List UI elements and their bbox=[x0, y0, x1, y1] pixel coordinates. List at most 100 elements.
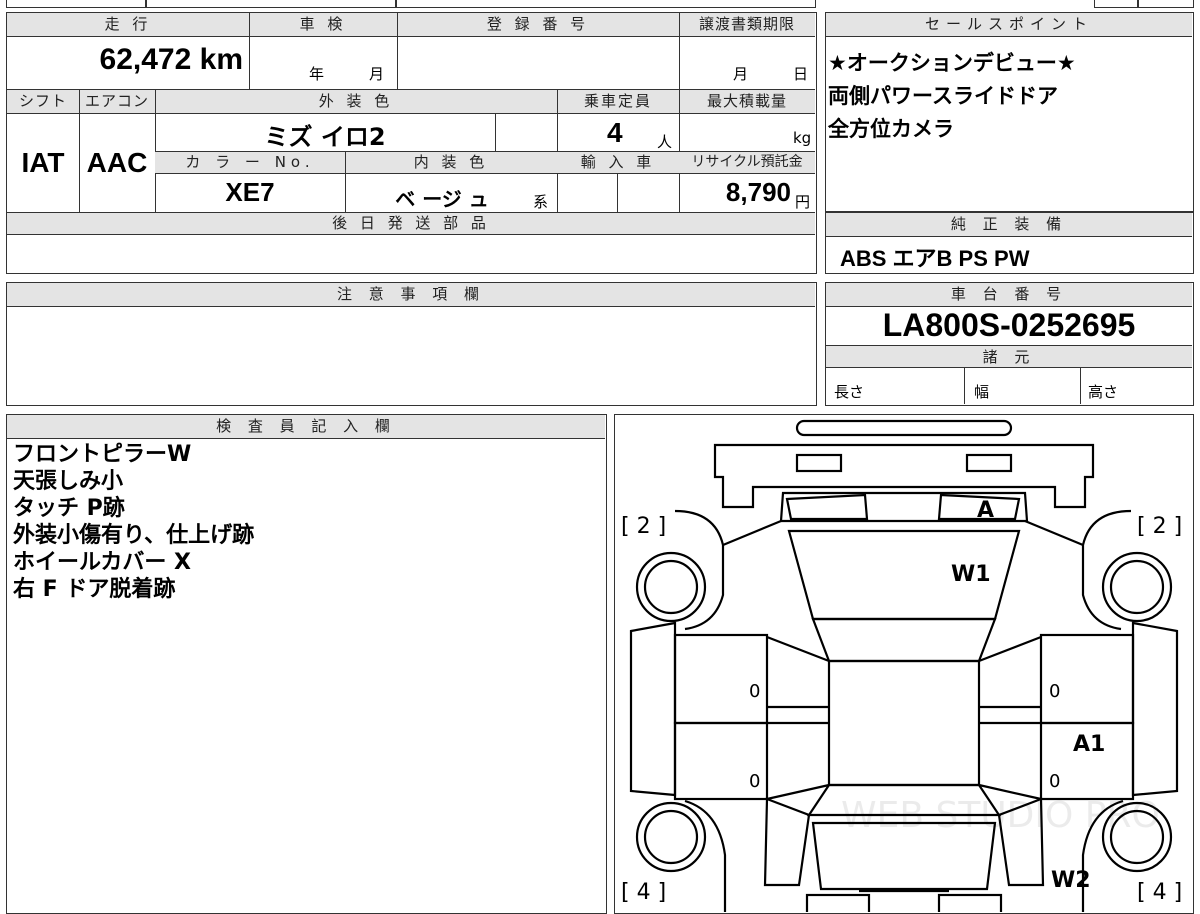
sales-point-line: ★オークションデビュー★ bbox=[828, 51, 1076, 75]
shift-label: シフト bbox=[18, 92, 67, 110]
inspector-note-line: 天張しみ小 bbox=[13, 469, 124, 494]
front-grille bbox=[713, 443, 1095, 509]
rear-bumper-left bbox=[805, 893, 871, 912]
mileage-label: 走 行 bbox=[104, 15, 152, 33]
standard-equipment-title: 純 正 装 備 bbox=[950, 215, 1068, 233]
interior-color-value: ベ ージ ュ bbox=[395, 187, 489, 211]
chassis-title: 車 台 番 号 bbox=[950, 285, 1068, 303]
door-mark-right-front: 0 bbox=[1049, 681, 1060, 702]
car-diagram: [ 2 ] [ 2 ] [ 4 ] [ 4 ] A W1 A1 W2 0 0 0… bbox=[621, 419, 1182, 912]
width-label: 幅 bbox=[974, 383, 990, 401]
hood-left-vent bbox=[785, 493, 869, 521]
standard-equipment-value: ABS エアB PS PW bbox=[840, 246, 1030, 271]
capacity-value: 4 bbox=[607, 117, 623, 148]
tire-front-right-label: [ 2 ] bbox=[1137, 514, 1182, 539]
inspection-year: 年 bbox=[309, 65, 325, 83]
inspection-label: 車 検 bbox=[299, 15, 347, 33]
tire-front-left-label: [ 2 ] bbox=[621, 514, 666, 539]
headlight-right bbox=[965, 453, 1013, 473]
exterior-color-label: 外 装 色 bbox=[318, 92, 394, 110]
import-label: 輸 入 車 bbox=[580, 153, 656, 171]
color-no-value: XE7 bbox=[225, 177, 275, 207]
height-label: 高さ bbox=[1088, 383, 1119, 401]
door-mark-left-front: 0 bbox=[749, 681, 760, 702]
inspector-note-line: タッチ P跡 bbox=[13, 496, 125, 521]
top-strip-cell bbox=[146, 0, 396, 8]
inspection-month: 月 bbox=[369, 65, 385, 83]
top-strip-cell bbox=[6, 0, 146, 8]
later-parts-label: 後 日 発 送 部 品 bbox=[332, 214, 490, 232]
sales-points-list: ★オークションデビュー★ 両側パワースライドドア 全方位カメラ bbox=[828, 47, 1076, 146]
capacity-label: 乗車定員 bbox=[583, 92, 652, 110]
wheel-front-right bbox=[1101, 551, 1173, 623]
watermark: WEB STUDIO PRO bbox=[841, 795, 1160, 836]
roof bbox=[827, 659, 981, 787]
front-bumper bbox=[795, 419, 1013, 437]
chassis-number: LA800S-0252695 bbox=[882, 307, 1136, 343]
exterior-color-value: ミズ イロ2 bbox=[264, 123, 386, 151]
wheel-front-left bbox=[635, 551, 707, 623]
aircon-value: AAC bbox=[86, 147, 148, 178]
notes-header: 注 意 事 項 欄 bbox=[7, 283, 815, 307]
specs-header: 諸 元 bbox=[826, 346, 1192, 368]
door-mark-right-rear: 0 bbox=[1049, 771, 1060, 792]
tire-rear-right-label: [ 4 ] bbox=[1137, 880, 1182, 905]
left-rocker bbox=[629, 621, 677, 797]
interior-color-label: 内 装 色 bbox=[413, 153, 489, 171]
rear-bumper-right bbox=[937, 893, 1003, 912]
mark-w2: W2 bbox=[1051, 868, 1091, 893]
inspector-notes-list: フロントピラーW 天張しみ小 タッチ P跡 外装小傷有り、仕上げ跡 ホイールカバー X右… bbox=[13, 441, 254, 603]
sales-points-panel: セールスポイント ★オークションデビュー★ 両側パワースライドドア 全方位カメラ bbox=[825, 12, 1194, 212]
inspector-note-line: フロントピラーW bbox=[13, 442, 192, 467]
vehicle-info-table: 走 行 車 検 登 録 番 号 譲渡書類期限 62,472 km 年 月 月 日… bbox=[6, 12, 817, 274]
capacity-unit: 人 bbox=[657, 133, 673, 151]
tire-rear-left-label: [ 4 ] bbox=[621, 880, 666, 905]
chassis-panel: 車 台 番 号 LA800S-0252695 諸 元 長さ 幅 高さ bbox=[825, 282, 1194, 406]
mark-a: A bbox=[977, 498, 994, 523]
notes-title: 注 意 事 項 欄 bbox=[336, 285, 486, 303]
registration-label: 登 録 番 号 bbox=[486, 15, 590, 33]
roof-front bbox=[811, 617, 997, 663]
top-strip-cell bbox=[1094, 0, 1138, 8]
headlight-left bbox=[795, 453, 843, 473]
transfer-deadline-label: 譲渡書類期限 bbox=[698, 15, 795, 33]
standard-equipment-header: 純 正 装 備 bbox=[826, 213, 1192, 237]
sales-points-title: セールスポイント bbox=[924, 15, 1093, 33]
aircon-label: エアコン bbox=[84, 92, 149, 110]
recycle-label: リサイクル預託金 bbox=[691, 154, 803, 170]
notes-panel: 注 意 事 項 欄 bbox=[6, 282, 817, 406]
sales-point-line: 両側パワースライドドア bbox=[828, 84, 1058, 108]
interior-suffix: 系 bbox=[533, 193, 549, 211]
inspector-note-line: ホイールカバー X bbox=[13, 550, 191, 575]
length-label: 長さ bbox=[834, 383, 865, 401]
right-front-door bbox=[1039, 633, 1135, 725]
transfer-day: 日 bbox=[793, 65, 809, 83]
standard-equipment-panel: 純 正 装 備 ABS エアB PS PW bbox=[825, 212, 1194, 274]
inspector-header: 検 査 員 記 入 欄 bbox=[7, 415, 605, 439]
inspector-panel: 検 査 員 記 入 欄 フロントピラーW 天張しみ小 タッチ P跡 外装小傷有り、仕上… bbox=[6, 414, 607, 914]
top-strip-cell bbox=[1138, 0, 1194, 8]
sales-point-line: 全方位カメラ bbox=[828, 117, 954, 141]
specs-title: 諸 元 bbox=[982, 348, 1036, 366]
door-mark-left-rear: 0 bbox=[749, 771, 760, 792]
chassis-header: 車 台 番 号 bbox=[826, 283, 1192, 307]
left-front-door bbox=[673, 633, 769, 725]
shift-value: IAT bbox=[21, 147, 65, 178]
wheel-rear-left bbox=[635, 801, 707, 873]
mark-w1: W1 bbox=[951, 562, 991, 587]
transfer-month: 月 bbox=[733, 65, 749, 83]
recycle-unit: 円 bbox=[795, 193, 811, 211]
color-no-label: カ ラ ー No. bbox=[185, 153, 315, 171]
mark-a1: A1 bbox=[1073, 732, 1105, 757]
inspector-note-line: 外装小傷有り、仕上げ跡 bbox=[13, 523, 255, 548]
sales-points-header: セールスポイント bbox=[826, 13, 1192, 37]
inspector-title: 検 査 員 記 入 欄 bbox=[216, 417, 396, 435]
recycle-value: 8,790 bbox=[725, 177, 791, 207]
inspector-note-line: 右 F ドア脱着跡 bbox=[13, 577, 176, 602]
top-strip-cell bbox=[396, 0, 816, 8]
right-rocker bbox=[1131, 621, 1179, 797]
mileage-value: 62,472 km bbox=[99, 43, 243, 76]
left-rear-quarter bbox=[763, 797, 811, 887]
max-load-label: 最大積載量 bbox=[706, 92, 787, 110]
car-diagram-panel: [ 2 ] [ 2 ] [ 4 ] [ 4 ] A W1 A1 W2 0 0 0… bbox=[614, 414, 1194, 914]
